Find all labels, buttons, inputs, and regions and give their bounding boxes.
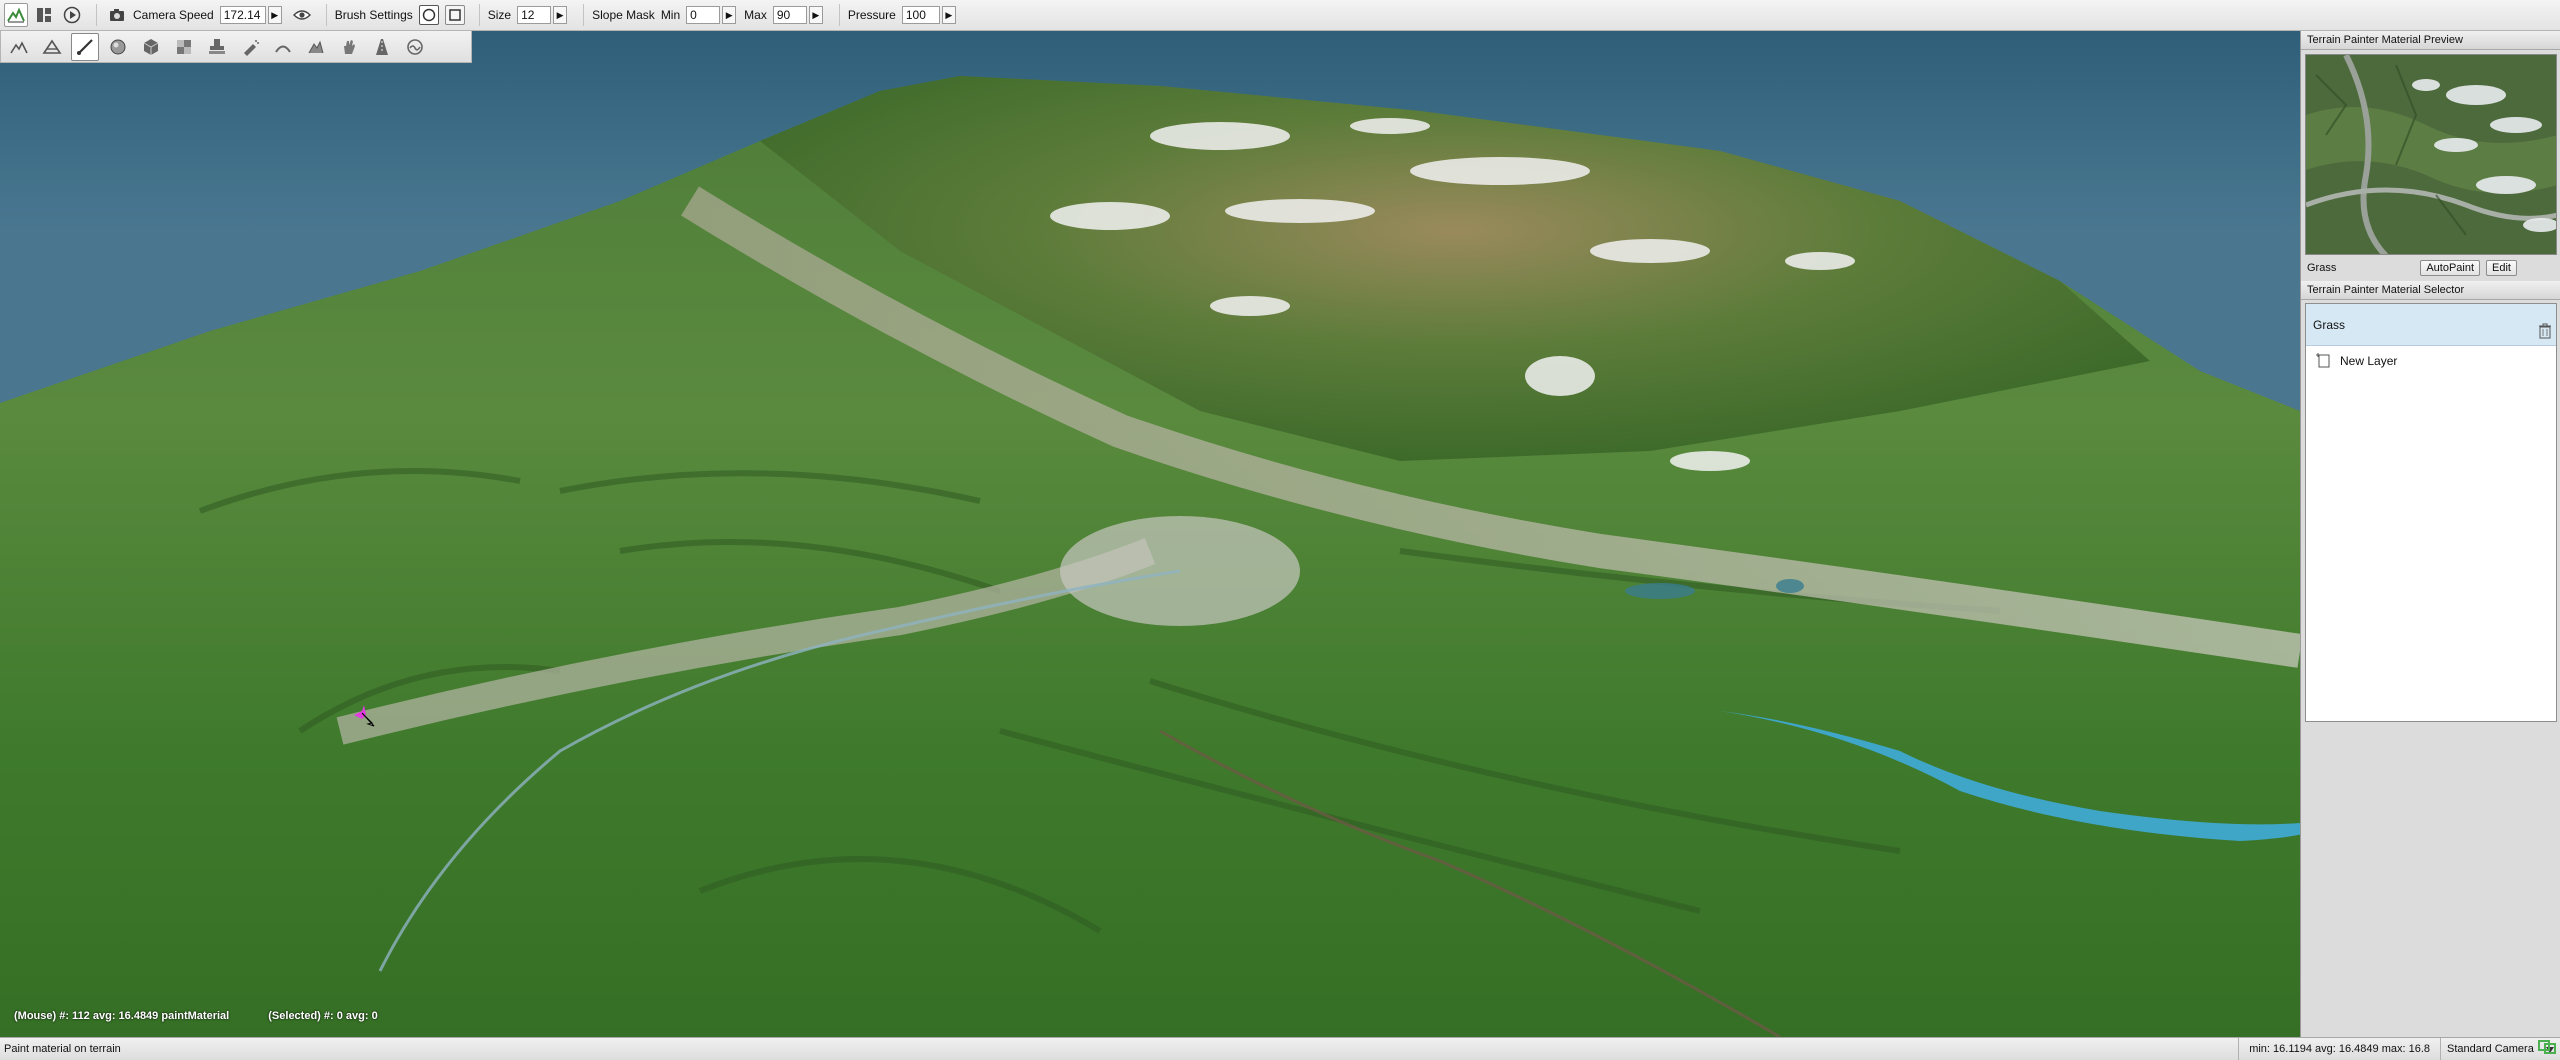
autopaint-button[interactable]: AutoPaint — [2420, 260, 2481, 276]
camera-speed-input[interactable]: 172.14 — [219, 6, 266, 24]
paint-brush-icon[interactable] — [71, 32, 99, 61]
status-bar: Paint material on terrain min: 16.1194 a… — [0, 1037, 2560, 1060]
camera-speed-arrow-icon[interactable]: ▶ — [267, 6, 282, 24]
sphere-icon[interactable] — [104, 33, 132, 61]
river-icon[interactable] — [401, 33, 429, 61]
max-arrow-icon[interactable]: ▶ — [808, 6, 823, 24]
top-toolbar: Camera Speed 172.14 ▶ Brush Settings Siz… — [0, 0, 2560, 31]
height-stats: min: 16.1194 avg: 16.4849 max: 16.8 — [2238, 1038, 2440, 1060]
toolbar-separator — [96, 4, 97, 26]
selected-stats: (Selected) #: 0 avg: 0 — [268, 1010, 378, 1022]
pressure-arrow-icon[interactable]: ▶ — [941, 6, 956, 24]
right-panel: Terrain Painter Material Preview Grass A… — [2300, 31, 2560, 1037]
brush-settings-label: Brush Settings — [334, 8, 413, 22]
new-layer-label: New Layer — [2340, 354, 2398, 368]
material-item-label: Grass — [2313, 317, 2346, 332]
toolbar-separator — [583, 4, 585, 26]
mouse-stats: (Mouse) #: 112 avg: 16.4849 paintMateria… — [14, 1010, 230, 1022]
selector-panel-title: Terrain Painter Material Selector — [2301, 281, 2560, 300]
terrain-tool-row — [0, 31, 472, 63]
raise-terrain-icon[interactable] — [5, 33, 33, 61]
preview-footer: Grass AutoPaint Edit — [2305, 259, 2557, 277]
terrain-render[interactable] — [0, 31, 2300, 1037]
preview-material-name: Grass — [2307, 262, 2337, 274]
play-icon[interactable] — [60, 3, 84, 27]
resize-grip-icon[interactable] — [2538, 1038, 2556, 1057]
erode-icon[interactable] — [302, 33, 330, 61]
min-arrow-icon[interactable]: ▶ — [722, 6, 737, 24]
edit-button[interactable]: Edit — [2486, 260, 2517, 276]
toolbar-separator — [325, 4, 327, 26]
square-brush-icon[interactable] — [444, 5, 465, 25]
status-message: Paint material on terrain — [4, 1043, 121, 1055]
size-arrow-icon[interactable]: ▶ — [553, 6, 568, 24]
texture-icon[interactable] — [170, 33, 198, 61]
road-icon[interactable] — [368, 33, 396, 61]
paint-cursor-icon — [354, 705, 375, 727]
pressure-input[interactable]: 100 — [901, 6, 940, 24]
terrain-mode-icon[interactable] — [4, 3, 28, 27]
new-layer-item[interactable]: New Layer — [2306, 346, 2556, 376]
material-item-grass[interactable]: Grass — [2306, 304, 2556, 346]
preview-panel-title: Terrain Painter Material Preview — [2301, 31, 2560, 50]
toolbar-separator — [478, 4, 480, 26]
min-input[interactable]: 0 — [686, 6, 721, 24]
terrain-viewport[interactable]: (Mouse) #: 112 avg: 16.4849 paintMateria… — [0, 31, 2300, 1037]
size-input[interactable]: 12 — [517, 6, 552, 24]
pressure-label: Pressure — [847, 8, 896, 22]
layout-icon[interactable] — [32, 3, 56, 27]
size-label: Size — [487, 8, 512, 22]
smooth-icon[interactable] — [269, 33, 297, 61]
overlay-stats: (Mouse) #: 112 avg: 16.4849 paintMateria… — [14, 1010, 414, 1022]
spray-icon[interactable] — [236, 33, 264, 61]
trash-icon[interactable] — [2538, 323, 2552, 342]
stamp-icon[interactable] — [203, 33, 231, 61]
hand-icon[interactable] — [335, 33, 363, 61]
material-preview-image — [2305, 54, 2557, 255]
max-input[interactable]: 90 — [772, 6, 807, 24]
min-label: Min — [660, 8, 681, 22]
camera-icon[interactable] — [105, 3, 129, 27]
camera-speed-label: Camera Speed — [133, 8, 214, 22]
eye-icon[interactable] — [290, 3, 314, 27]
cube-icon[interactable] — [137, 33, 165, 61]
new-layer-icon — [2316, 352, 2330, 371]
circle-brush-icon[interactable] — [418, 5, 439, 25]
material-selector-list: Grass New Layer — [2305, 303, 2557, 722]
slope-mask-label: Slope Mask — [592, 8, 655, 22]
flatten-terrain-icon[interactable] — [38, 33, 66, 61]
camera-select-value: Standard Camera — [2447, 1043, 2534, 1055]
toolbar-separator — [838, 4, 840, 26]
max-label: Max — [744, 8, 767, 22]
